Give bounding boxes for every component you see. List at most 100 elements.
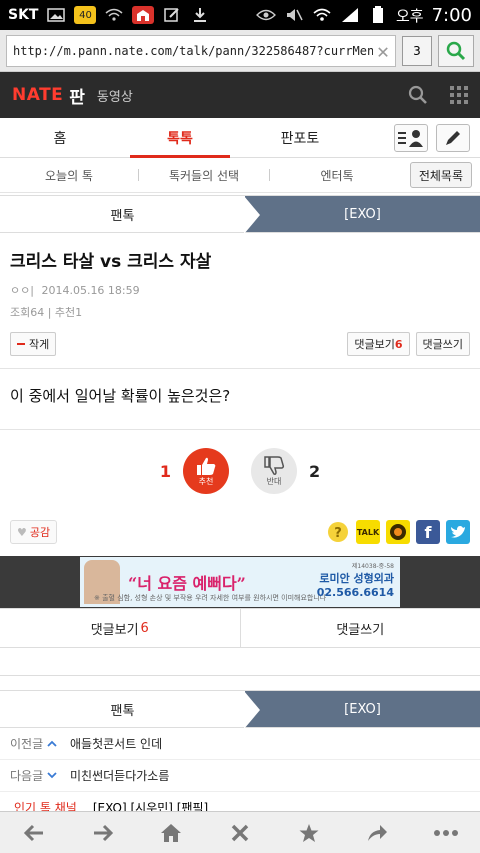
video-link[interactable]: 동영상 xyxy=(97,86,133,105)
url-field[interactable]: http://m.pann.nate.com/talk/pann/3225864… xyxy=(6,34,396,67)
tab-home[interactable]: 홈 xyxy=(0,118,120,157)
share-icons: ? TALK f xyxy=(326,520,470,544)
forward-button[interactable] xyxy=(85,817,121,849)
minus-icon xyxy=(17,343,25,345)
sub-tab-enter-talk[interactable]: 엔터톡 xyxy=(270,167,404,184)
grid-menu-icon[interactable] xyxy=(450,86,468,104)
prev-label-wrap: 이전글 xyxy=(10,735,70,752)
post-body: 이 중에서 일어날 확률이 높은것은? xyxy=(10,387,231,405)
ad-banner[interactable]: “너 요즘 예뻐다” ※ 출혈 심함, 성형 손상 및 부작용 우려 자세한 여… xyxy=(80,557,400,607)
view-comments-label: 댓글보기 xyxy=(354,338,395,351)
wifi-icon xyxy=(312,6,332,24)
nate-logo[interactable]: NATE xyxy=(12,85,63,105)
empathy-button[interactable]: ♥ 공감 xyxy=(10,520,58,544)
post-meta: ㅇㅇ| 2014.05.16 18:59 xyxy=(0,272,480,298)
oppose-button[interactable]: 반대 xyxy=(251,448,297,494)
recommend-label: 추천 xyxy=(198,476,214,486)
recommend-button[interactable]: 추천 xyxy=(183,448,229,494)
sub-tab-today[interactable]: 오늘의 톡 xyxy=(0,167,138,184)
comment-view-label: 댓글보기 xyxy=(90,622,139,638)
pann-link[interactable]: 판 xyxy=(69,83,85,108)
sub-nav: 오늘의 톡 톡커들의 선택 엔터톡 전체목록 xyxy=(0,158,480,193)
tabs-count: 3 xyxy=(413,43,421,58)
arrow-left-icon xyxy=(24,824,44,841)
bottom-breadcrumb-exo[interactable]: [EXO] xyxy=(244,691,480,729)
write-button[interactable] xyxy=(436,123,470,152)
tab-talk[interactable]: 톡톡 xyxy=(120,118,240,158)
empathy-label: 공감 xyxy=(29,526,51,539)
post-stats: 조회64 | 추천1 xyxy=(10,306,83,319)
browser-bottom-bar xyxy=(0,811,480,853)
back-button[interactable] xyxy=(16,817,52,849)
comment-count: 6 xyxy=(394,337,403,351)
close-icon xyxy=(231,824,249,841)
clear-url-icon[interactable]: ✕ xyxy=(377,39,389,63)
share-arrow-icon xyxy=(368,824,388,841)
pencil-icon xyxy=(446,130,460,145)
my-page-button[interactable] xyxy=(394,123,428,152)
question-emoji-icon[interactable]: ? xyxy=(326,520,350,544)
search-button[interactable] xyxy=(438,34,474,67)
comment-view-tab[interactable]: 댓글보기 6 xyxy=(0,609,241,647)
kakaostory-icon[interactable] xyxy=(386,520,410,544)
prev-post-row[interactable]: 이전글 애들첫콘서트 인데 xyxy=(0,728,480,760)
spacer xyxy=(0,648,480,676)
twitter-icon[interactable] xyxy=(446,520,470,544)
comment-view-count: 6 xyxy=(140,620,149,636)
close-tab-button[interactable] xyxy=(222,817,258,849)
bottom-breadcrumb-fantalk[interactable]: 팬톡 xyxy=(0,691,245,727)
search-icon xyxy=(446,41,466,60)
next-label-wrap: 다음글 xyxy=(10,767,70,784)
chevron-down-icon xyxy=(47,772,57,779)
share-row: ♥ 공감 ? TALK f xyxy=(0,512,480,552)
font-small-label: 작게 xyxy=(29,338,50,351)
main-nav: 홈 톡톡 판포토 xyxy=(0,118,480,158)
browser-url-bar: http://m.pann.nate.com/talk/pann/3225864… xyxy=(0,30,480,72)
ad-brand: 로미안 성형외과 xyxy=(319,572,394,585)
recommend-count: 1 xyxy=(159,461,171,481)
site-header: NATE 판 동영상 xyxy=(0,72,480,118)
comment-write-tab[interactable]: 댓글쓰기 xyxy=(241,609,480,647)
ad-strip: “너 요즘 예뻐다” ※ 출혈 심함, 성형 손상 및 부작용 우려 자세한 여… xyxy=(0,556,480,608)
font-small-button[interactable]: 작게 xyxy=(10,332,57,356)
bookmark-button[interactable] xyxy=(291,817,327,849)
breadcrumb-exo[interactable]: [EXO] xyxy=(244,196,480,234)
eye-icon xyxy=(256,6,276,24)
post-actions: 작게 댓글보기 6 댓글쓰기 xyxy=(0,320,480,356)
thumbs-up-icon xyxy=(197,457,216,475)
kakaotalk-icon[interactable]: TALK xyxy=(356,520,380,544)
ad-phone: 02.566.6614 xyxy=(316,586,394,599)
school-app-icon xyxy=(132,6,155,24)
ad-license: 제14038-중-58 xyxy=(351,563,394,570)
clock-time: 7:00 xyxy=(431,4,472,26)
sub-tab-talker-choice[interactable]: 톡커들의 선택 xyxy=(139,167,269,184)
breadcrumb-fantalk[interactable]: 팬톡 xyxy=(0,196,245,232)
share-button[interactable] xyxy=(359,817,395,849)
view-comments-button[interactable]: 댓글보기 6 xyxy=(347,332,410,356)
heart-icon: ♥ xyxy=(17,525,27,539)
more-dots-icon xyxy=(433,829,458,836)
signal-icon xyxy=(340,6,360,24)
home-button[interactable] xyxy=(153,817,189,849)
carrier-label: SKT xyxy=(8,7,39,23)
url-text: http://m.pann.nate.com/talk/pann/3225864… xyxy=(13,43,373,58)
oppose-count: 2 xyxy=(309,461,321,481)
home-icon xyxy=(161,823,182,842)
post-title: 크리스 타살 vs 크리스 자살 xyxy=(10,252,212,272)
wifi-dim-icon xyxy=(104,6,124,24)
write-comment-button[interactable]: 댓글쓰기 xyxy=(415,332,470,356)
more-button[interactable] xyxy=(428,817,464,849)
all-list-button[interactable]: 전체목록 xyxy=(409,162,472,188)
tabs-button[interactable]: 3 xyxy=(402,35,432,66)
arrow-right-icon xyxy=(93,824,113,841)
ad-disclaimer: ※ 출혈 심함, 성형 손상 및 부작용 우려 자세한 여부를 원하시면 이미해… xyxy=(94,594,327,602)
gallery-icon xyxy=(46,6,66,24)
tab-pann-photo[interactable]: 판포토 xyxy=(240,118,360,157)
next-post-row[interactable]: 다음글 미친썬더듣다가소름 xyxy=(0,760,480,792)
ad-slogan: “너 요즘 예뻐다” xyxy=(128,574,246,593)
ad-brand-block: 제14038-중-58 로미안 성형외과 02.566.6614 xyxy=(317,561,394,599)
header-search-icon[interactable] xyxy=(408,85,428,105)
facebook-icon[interactable]: f xyxy=(416,520,440,544)
bottom-breadcrumb: 팬톡 [EXO] xyxy=(0,690,480,729)
